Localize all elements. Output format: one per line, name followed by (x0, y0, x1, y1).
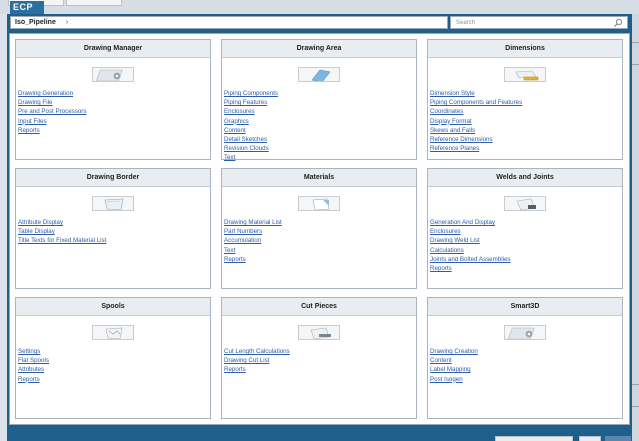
right-edge-strip (632, 14, 639, 441)
category-grid: Drawing Manager Drawing Generation Drawing… (9, 33, 630, 425)
card-cut-pieces: Cut Pieces Cut Length Calculations Drawing… (221, 297, 417, 419)
card-title: Drawing Manager (16, 40, 210, 58)
card-title: Materials (222, 169, 416, 187)
link-graphics[interactable]: Graphics (224, 117, 416, 126)
link-flat-spools[interactable]: Flat Spools (18, 356, 210, 365)
breadcrumb: Iso_Pipeline › (10, 16, 448, 29)
link-calculations[interactable]: Calculations (430, 246, 622, 255)
link-reference-dimensions[interactable]: Reference Dimensions (430, 135, 622, 144)
link-content[interactable]: Content (430, 356, 622, 365)
link-drawing-creation[interactable]: Drawing Creation (430, 347, 622, 356)
link-input-files[interactable]: Input Files (18, 117, 210, 126)
app-logo: ECP (10, 1, 44, 14)
link-part-numbers[interactable]: Part Numbers (224, 227, 416, 236)
drawing-border-icon (92, 196, 134, 211)
card-links: Attribute Display Table Display Title Text… (18, 218, 210, 246)
materials-icon (298, 196, 340, 211)
link-skews-and-falls[interactable]: Skews and Falls (430, 126, 622, 135)
link-generation-and-display[interactable]: Generation And Display (430, 218, 622, 227)
card-dimensions: Dimensions Dimension Style Piping Componen… (427, 39, 623, 160)
link-enclosures[interactable]: Enclosures (224, 107, 416, 116)
drawing-manager-gear-icon (92, 67, 134, 82)
link-reports[interactable]: Reports (224, 365, 416, 374)
link-cut-length-calculations[interactable]: Cut Length Calculations (224, 347, 416, 356)
card-links: Generation And Display Enclosures Drawing … (430, 218, 622, 273)
dimensions-ruler-icon (504, 67, 546, 82)
card-title: Drawing Area (222, 40, 416, 58)
card-links: Drawing Generation Drawing File Pre and Po… (18, 89, 210, 135)
card-smart3d: Smart3D Drawing Creation Content Label Mapp… (427, 297, 623, 419)
card-links: Cut Length Calculations Drawing Cut List R… (224, 347, 416, 375)
link-content[interactable]: Content (224, 126, 416, 135)
card-title: Drawing Border (16, 169, 210, 187)
link-drawing-file[interactable]: Drawing File (18, 98, 210, 107)
card-links: Drawing Creation Content Label Mapping Post… (430, 347, 622, 384)
card-title: Dimensions (428, 40, 622, 58)
cut-pieces-icon (298, 325, 340, 340)
link-enclosures[interactable]: Enclosures (430, 227, 622, 236)
link-detail-sketches[interactable]: Detail Sketches (224, 135, 416, 144)
link-reports[interactable]: Reports (18, 375, 210, 384)
card-links: Piping Components Piping Features Enclosur… (224, 89, 416, 163)
card-links: Dimension Style Piping Components and Fea… (430, 89, 622, 153)
link-joints-and-bolted-assemblies[interactable]: Joints and Bolted Assemblies (430, 255, 622, 264)
dialog-footer (7, 426, 632, 441)
card-title: Welds and Joints (428, 169, 622, 187)
card-title: Cut Pieces (222, 298, 416, 316)
welds-joints-icon (504, 196, 546, 211)
link-pre-and-post-processors[interactable]: Pre and Post Processors (18, 107, 210, 116)
card-title: Spools (16, 298, 210, 316)
link-text[interactable]: Text (224, 153, 416, 162)
link-reports[interactable]: Reports (18, 126, 210, 135)
link-display-format[interactable]: Display Format (430, 117, 622, 126)
window-tab[interactable] (66, 0, 122, 6)
card-title: Smart3D (428, 298, 622, 316)
link-drawing-cut-list[interactable]: Drawing Cut List (224, 356, 416, 365)
smart3d-gear-icon (504, 325, 546, 340)
footer-button[interactable] (605, 436, 631, 441)
breadcrumb-root[interactable]: Iso_Pipeline (15, 19, 56, 26)
card-drawing-manager: Drawing Manager Drawing Generation Drawing… (15, 39, 211, 160)
search-placeholder: Search (456, 20, 476, 26)
link-drawing-weld-list[interactable]: Drawing Weld List (430, 236, 622, 245)
link-settings[interactable]: Settings (18, 347, 210, 356)
footer-button[interactable] (579, 436, 601, 441)
link-post-isogen[interactable]: Post Isogen (430, 375, 622, 384)
link-piping-features[interactable]: Piping Features (224, 98, 416, 107)
search-input[interactable]: Search (450, 16, 628, 29)
card-links: Drawing Material List Part Numbers Accumul… (224, 218, 416, 264)
spools-icon (92, 325, 134, 340)
link-accumulation[interactable]: Accumulation (224, 236, 416, 245)
card-drawing-border: Drawing Border Attribute Display Table Dis… (15, 168, 211, 289)
card-welds-and-joints: Welds and Joints Generation And Display En… (427, 168, 623, 289)
link-dimension-style[interactable]: Dimension Style (430, 89, 622, 98)
link-table-display[interactable]: Table Display (18, 227, 210, 236)
link-reports[interactable]: Reports (224, 255, 416, 264)
search-icon[interactable] (613, 18, 623, 28)
link-piping-components-and-features[interactable]: Piping Components and Features (430, 98, 622, 107)
card-drawing-area: Drawing Area Piping Components Piping Feat… (221, 39, 417, 163)
settings-dialog: Iso_Pipeline › Search Drawing Manager Draw… (7, 14, 632, 441)
link-reference-planes[interactable]: Reference Planes (430, 144, 622, 153)
link-attribute-display[interactable]: Attribute Display (18, 218, 210, 227)
link-attributes[interactable]: Attributes (18, 365, 210, 374)
link-coordinates[interactable]: Coordinates (430, 107, 622, 116)
link-reports[interactable]: Reports (430, 264, 622, 273)
link-title-texts-for-fixed-material-list[interactable]: Title Texts for Fixed Material List (18, 236, 210, 245)
link-label-mapping[interactable]: Label Mapping (430, 365, 622, 374)
link-drawing-generation[interactable]: Drawing Generation (18, 89, 210, 98)
link-drawing-material-list[interactable]: Drawing Material List (224, 218, 416, 227)
drawing-area-icon (298, 67, 340, 82)
footer-button[interactable] (495, 436, 573, 441)
link-revision-clouds[interactable]: Revision Clouds (224, 144, 416, 153)
breadcrumb-separator[interactable]: › (66, 19, 68, 26)
top-strip (0, 0, 639, 14)
card-materials: Materials Drawing Material List Part Numbe… (221, 168, 417, 289)
link-piping-components[interactable]: Piping Components (224, 89, 416, 98)
card-spools: Spools Settings Flat Spools Attributes Repor… (15, 297, 211, 419)
card-links: Settings Flat Spools Attributes Reports (18, 347, 210, 384)
link-text[interactable]: Text (224, 246, 416, 255)
